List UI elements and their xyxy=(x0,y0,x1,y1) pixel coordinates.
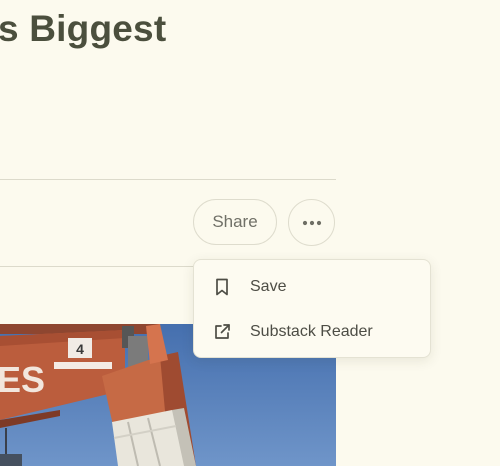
external-link-icon xyxy=(212,322,232,342)
menu-item-save[interactable]: Save xyxy=(194,264,430,309)
ellipsis-icon xyxy=(302,220,321,225)
menu-item-substack-reader[interactable]: Substack Reader xyxy=(194,309,430,354)
divider-bottom xyxy=(0,266,196,267)
article-title: s Biggest xyxy=(0,8,167,49)
crane-sign-text: ES xyxy=(0,359,45,400)
divider-top xyxy=(0,179,336,180)
menu-item-save-label: Save xyxy=(250,277,287,295)
more-options-button[interactable] xyxy=(288,199,335,246)
bookmark-icon xyxy=(212,277,232,297)
more-options-menu: Save Substack Reader xyxy=(193,259,431,358)
menu-item-substack-reader-label: Substack Reader xyxy=(250,322,373,340)
share-button[interactable]: Share xyxy=(193,199,277,245)
crane-badge-number: 4 xyxy=(76,341,84,357)
